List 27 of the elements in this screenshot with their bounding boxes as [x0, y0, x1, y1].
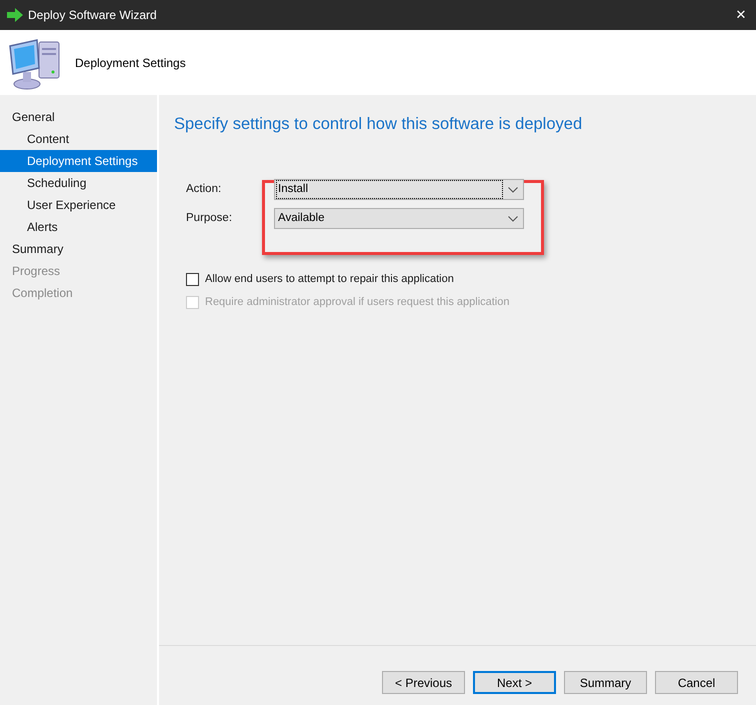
nav-item[interactable]: Content — [0, 128, 157, 150]
page-heading: Specify settings to control how this software is deployed — [174, 114, 584, 135]
nav-item[interactable]: General — [0, 106, 157, 128]
nav-item[interactable]: User Experience — [0, 194, 157, 216]
wizard-button[interactable]: Cancel — [655, 671, 738, 694]
checkbox-label: Allow end users to attempt to repair this application — [205, 272, 454, 287]
wizard-button[interactable]: < Previous — [382, 671, 465, 694]
dropdown-value: Available — [277, 211, 326, 226]
page-title: Deployment Settings — [75, 54, 186, 72]
nav-item[interactable]: Alerts — [0, 216, 157, 238]
dropdown[interactable]: Available — [274, 208, 524, 230]
nav-item[interactable]: Deployment Settings — [0, 150, 157, 172]
dropdown[interactable]: Install — [274, 179, 524, 200]
field-label: Purpose: — [186, 211, 234, 226]
window-title: Deploy Software Wizard — [28, 7, 157, 24]
wizard-button[interactable]: Summary — [564, 671, 647, 694]
wizard-button[interactable]: Next > — [473, 671, 556, 694]
checkbox-label: Require administrator approval if users request this application — [205, 295, 510, 310]
arrow-icon — [7, 8, 23, 22]
field-label: Action: — [186, 182, 222, 198]
dropdown-value: Install — [277, 181, 502, 198]
nav-item[interactable]: Summary — [0, 238, 157, 260]
checkbox[interactable] — [186, 272, 199, 286]
close-button[interactable]: ✕ — [726, 0, 756, 30]
nav-item[interactable]: Scheduling — [0, 172, 157, 194]
chevron-down-icon — [508, 216, 518, 222]
chevron-down-icon — [508, 186, 518, 193]
